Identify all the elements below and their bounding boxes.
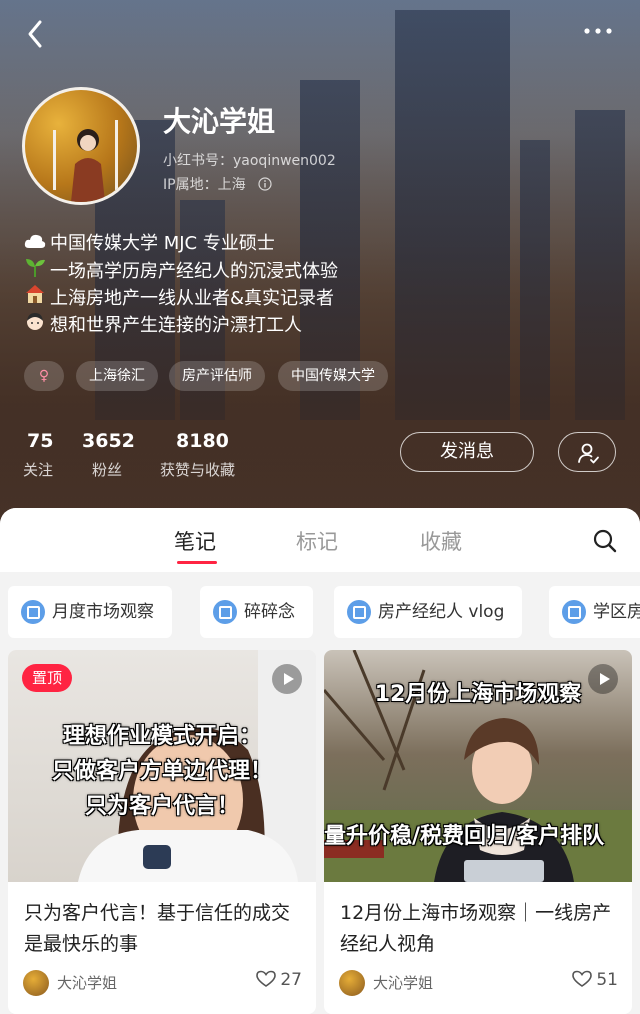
collection-chip[interactable]: 碎碎念 xyxy=(200,586,313,638)
likes-label[interactable]: 获赞与收藏 xyxy=(160,459,235,480)
collection-label: 月度市场观察 xyxy=(52,602,154,622)
collection-label: 房产经纪人 vlog xyxy=(378,602,505,622)
cover-text: 量升价稳/税费回归/客户排队 xyxy=(324,824,605,849)
bio-text: 中国传媒大学 MJC 专业硕士 xyxy=(50,233,275,254)
note-card[interactable]: 12月份上海市场观察 量升价稳/税费回归/客户排队 12月份上海市场观察｜一线房… xyxy=(324,650,632,1014)
house-icon xyxy=(24,284,46,312)
like-count: 51 xyxy=(596,970,618,990)
ip-location: IP属地：上海 xyxy=(163,174,272,194)
author-name[interactable]: 大沁学姐 xyxy=(57,972,117,993)
tab-favorites[interactable]: 收藏 xyxy=(420,526,462,556)
collection-chip[interactable]: 月度市场观察 xyxy=(8,586,172,638)
bio-line: 一场高学历房产经纪人的沉浸式体验 xyxy=(24,257,338,285)
face-icon xyxy=(24,311,46,339)
heart-icon xyxy=(572,970,593,987)
cover-text: 理想作业模式开启： xyxy=(62,724,261,749)
note-title[interactable]: 只为客户代言！基于信任的成交是最快乐的事 xyxy=(24,898,304,960)
collection-icon xyxy=(21,600,45,624)
author-name[interactable]: 大沁学姐 xyxy=(373,972,433,993)
back-icon[interactable] xyxy=(22,18,50,50)
note-card[interactable]: 置顶 理想作业模式开启： 只做客户方单边代理！ 只为客户代言！ 只为客户代言！基… xyxy=(8,650,316,1014)
content-panel: 笔记 标记 收藏 月度市场观察 碎碎念 房产经纪人 vlog 学区房 置顶 理想… xyxy=(0,508,640,1014)
like-button[interactable]: 27 xyxy=(256,970,302,990)
search-icon[interactable] xyxy=(592,528,618,554)
cover-text: 只做客户方单边代理！ xyxy=(51,759,272,784)
note-cover[interactable]: 12月份上海市场观察 量升价稳/税费回归/客户排队 xyxy=(324,650,632,882)
bio-text: 一场高学历房产经纪人的沉浸式体验 xyxy=(50,261,338,282)
like-count: 27 xyxy=(280,970,302,990)
avatar-photo xyxy=(53,120,118,202)
active-tab-indicator xyxy=(177,561,217,564)
bio-line: 上海房地产一线从业者&真实记录者 xyxy=(24,284,334,312)
likes-count[interactable]: 8180 xyxy=(176,430,229,452)
followers-label[interactable]: 粉丝 xyxy=(92,459,122,480)
collection-chip[interactable]: 房产经纪人 vlog xyxy=(334,586,523,638)
heart-icon xyxy=(256,970,277,987)
followers-count[interactable]: 3652 xyxy=(82,430,135,452)
author-avatar[interactable] xyxy=(23,970,49,996)
bio-text: 想和世界产生连接的沪漂打工人 xyxy=(50,315,302,336)
collection-chip[interactable]: 学区房 xyxy=(549,586,640,638)
tag-occupation[interactable]: 房产评估师 xyxy=(169,361,265,391)
note-title[interactable]: 12月份上海市场观察｜一线房产经纪人视角 xyxy=(340,898,620,960)
tab-marks[interactable]: 标记 xyxy=(296,526,338,556)
like-button[interactable]: 51 xyxy=(572,970,618,990)
cover-text: 只为客户代言！ xyxy=(84,794,239,819)
message-button[interactable]: 发消息 xyxy=(400,432,534,472)
more-icon[interactable] xyxy=(583,24,613,38)
collection-icon xyxy=(562,600,586,624)
tag-school[interactable]: 中国传媒大学 xyxy=(278,361,388,391)
seedling-icon xyxy=(24,257,46,285)
profile-id: 小红书号：yaoqinwen002 xyxy=(163,153,336,169)
tab-bar: 笔记 标记 收藏 xyxy=(0,508,640,572)
collection-label: 碎碎念 xyxy=(244,602,295,622)
follow-button[interactable] xyxy=(558,432,616,472)
tag-location[interactable]: 上海徐汇 xyxy=(76,361,158,391)
collection-icon xyxy=(347,600,371,624)
following-label[interactable]: 关注 xyxy=(23,459,53,480)
bio-line: 中国传媒大学 MJC 专业硕士 xyxy=(24,230,275,257)
play-icon xyxy=(272,664,302,694)
pinned-badge: 置顶 xyxy=(22,664,73,692)
author-avatar[interactable] xyxy=(339,970,365,996)
collection-icon xyxy=(213,600,237,624)
gender-tag: ♀ xyxy=(24,361,64,391)
tab-notes[interactable]: 笔记 xyxy=(174,526,216,556)
bio-text: 上海房地产一线从业者&真实记录者 xyxy=(50,288,335,309)
ip-location-label: IP属地：上海 xyxy=(163,177,246,193)
profile-name: 大沁学姐 xyxy=(163,105,276,138)
collection-label: 学区房 xyxy=(593,602,640,622)
info-icon[interactable] xyxy=(258,177,272,191)
avatar[interactable] xyxy=(22,87,140,205)
bio-line: 想和世界产生连接的沪漂打工人 xyxy=(24,311,302,339)
note-cover[interactable]: 置顶 理想作业模式开启： 只做客户方单边代理！ 只为客户代言！ xyxy=(8,650,316,882)
following-count[interactable]: 75 xyxy=(27,430,53,452)
cloud-icon xyxy=(24,230,46,257)
user-check-icon xyxy=(578,443,599,464)
profile-header: 大沁学姐 小红书号：yaoqinwen002 IP属地：上海 中国传媒大学 MJ… xyxy=(0,0,640,540)
cover-text: 12月份上海市场观察 xyxy=(374,682,582,707)
